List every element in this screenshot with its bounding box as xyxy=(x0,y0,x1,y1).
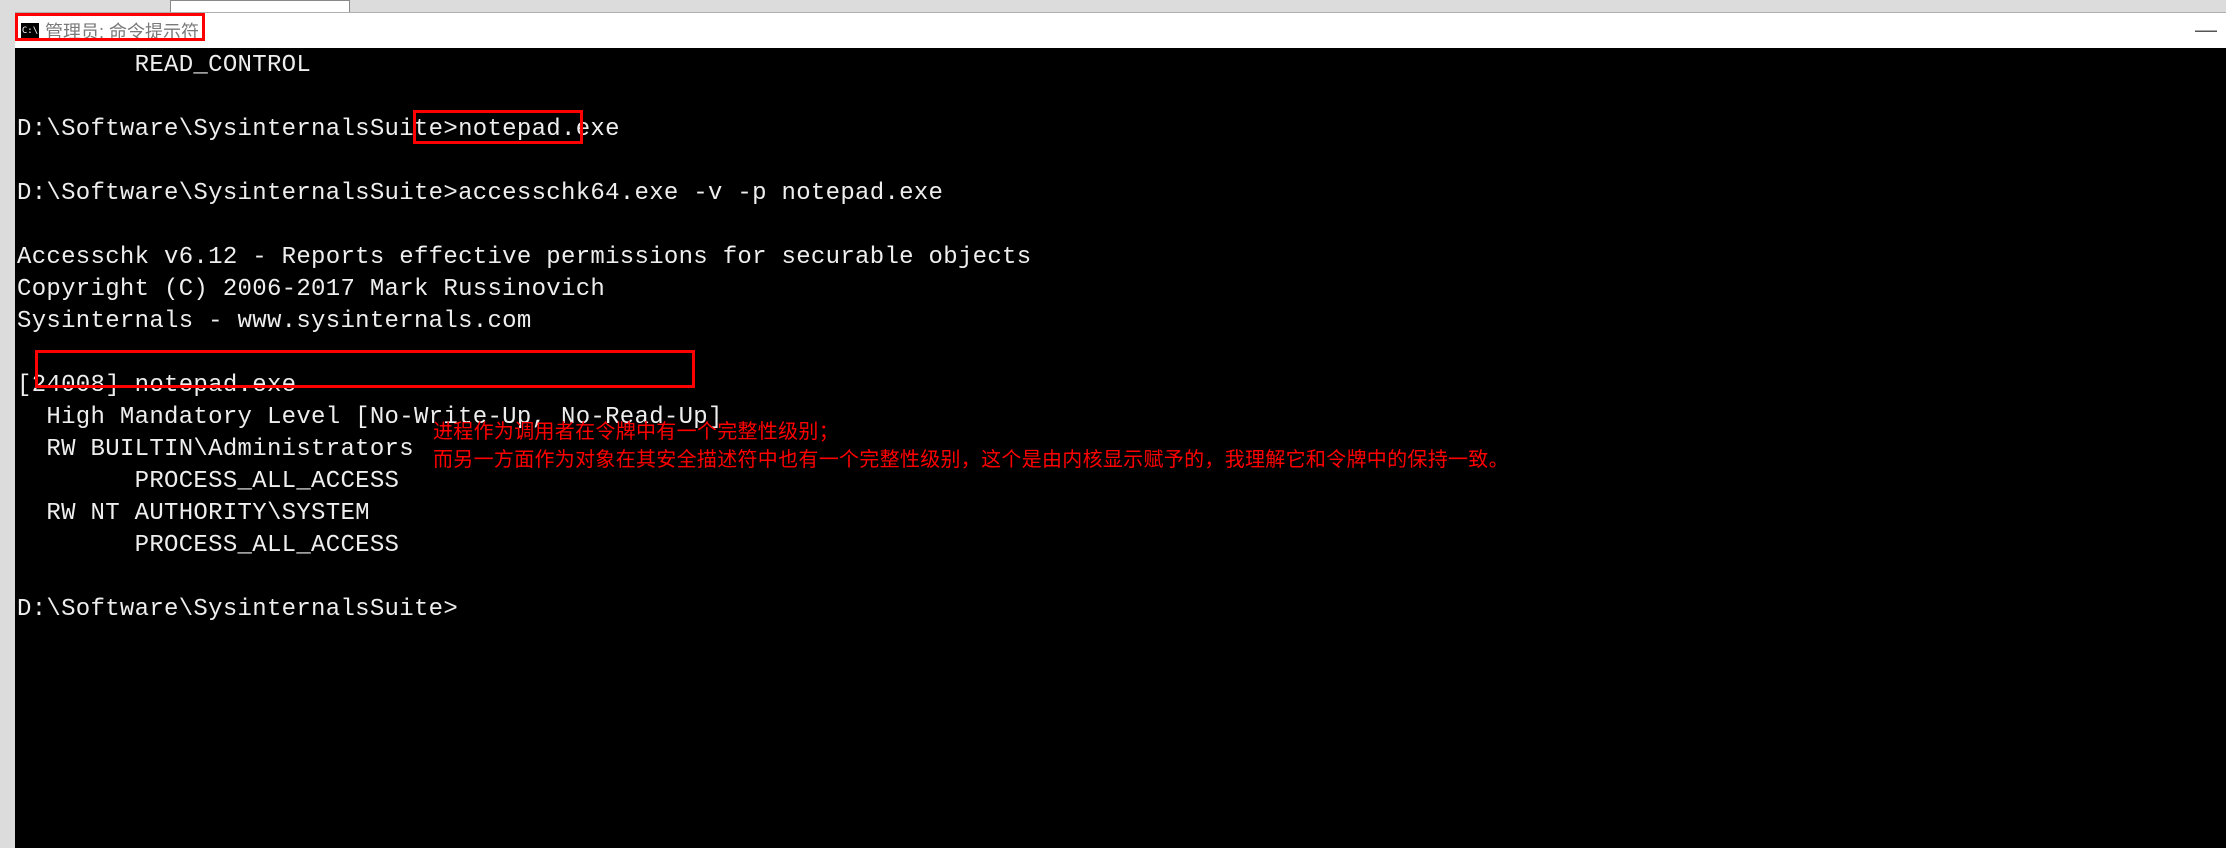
output-line: READ_CONTROL xyxy=(17,52,311,79)
output-line: Accesschk v6.12 - Reports effective perm… xyxy=(17,244,1031,271)
terminal-output[interactable]: READ_CONTROL D:\Software\SysinternalsSui… xyxy=(15,48,2226,848)
output-line: [24008] notepad.exe xyxy=(17,372,296,399)
titlebar[interactable]: C:\ 管理员: 命令提示符 xyxy=(15,13,2226,49)
annotation-line-2: 而另一方面作为对象在其安全描述符中也有一个完整性级别，这个是由内核显示赋予的，我… xyxy=(433,446,1509,474)
output-line: Copyright (C) 2006-2017 Mark Russinovich xyxy=(17,276,605,303)
output-line: RW NT AUTHORITY\SYSTEM xyxy=(17,500,370,527)
output-line: RW BUILTIN\Administrators xyxy=(17,436,414,463)
cmd-icon: C:\ xyxy=(21,23,39,39)
minimize-button[interactable]: — xyxy=(2195,17,2217,43)
prompt-text: D:\Software\SysinternalsSuite> xyxy=(17,596,458,623)
command-text: notepad.exe xyxy=(458,116,620,143)
prompt-text: D:\Software\SysinternalsSuite> xyxy=(17,116,458,143)
output-line: D:\Software\SysinternalsSuite>accesschk6… xyxy=(17,180,943,207)
window-title: 管理员: 命令提示符 xyxy=(45,18,199,44)
annotation-line-1: 进程作为调用者在令牌中有一个完整性级别； xyxy=(433,418,839,446)
background-window-fragment xyxy=(170,0,350,12)
output-line: PROCESS_ALL_ACCESS xyxy=(17,468,399,495)
window-controls: — xyxy=(2186,12,2226,48)
output-line: Sysinternals - www.sysinternals.com xyxy=(17,308,532,335)
desktop-background: C:\ 管理员: 命令提示符 — READ_CONTROL D:\Softwar… xyxy=(0,0,2226,848)
output-line: PROCESS_ALL_ACCESS xyxy=(17,532,399,559)
